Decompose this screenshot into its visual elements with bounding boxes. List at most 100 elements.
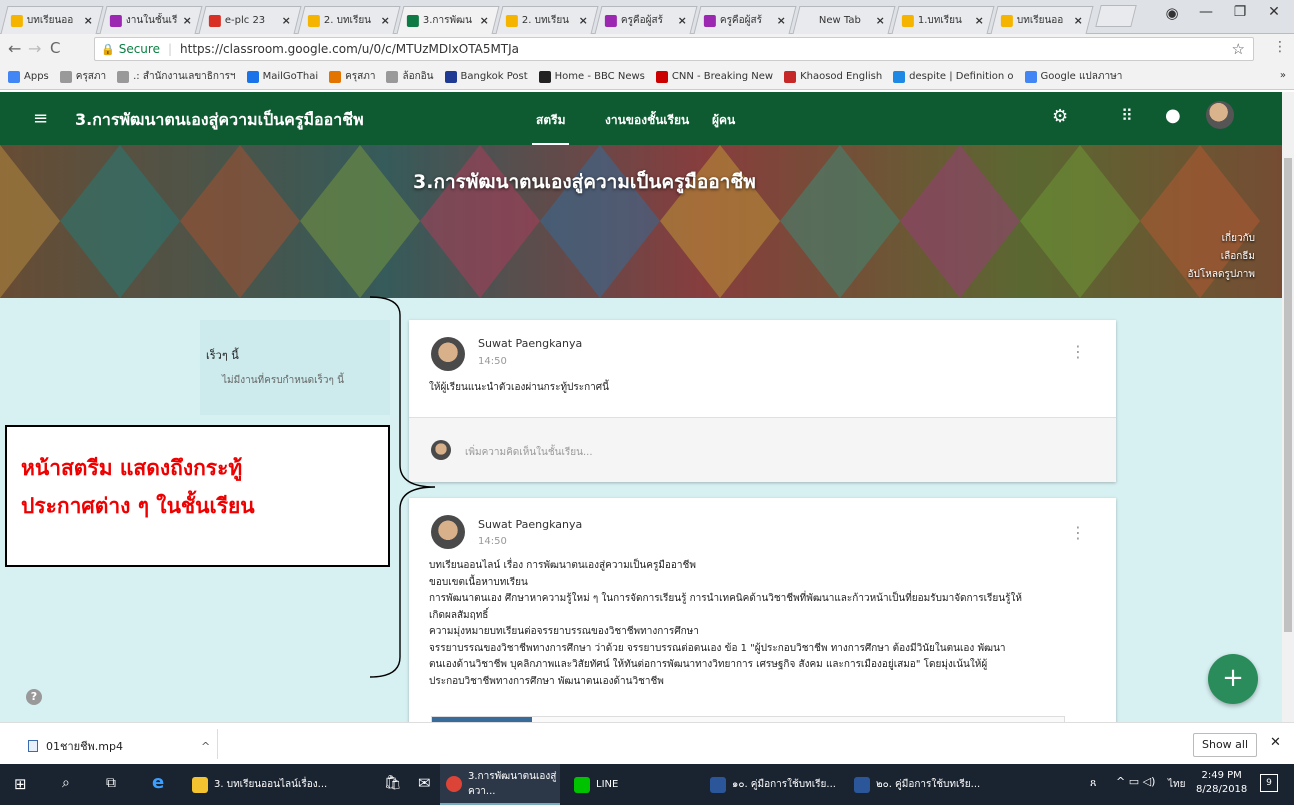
browser-tab[interactable]: 1.บทเรียน × [891,6,995,34]
tab-title: 3.การพัฒน [422,15,472,26]
bookmark-item[interactable]: Khaosod English [784,70,882,83]
people-icon[interactable]: ጸ [1090,776,1096,790]
bookmark-item[interactable]: ครุสภา [329,69,375,84]
browser-tab[interactable]: New Tab × [792,6,896,34]
page-scrollbar[interactable] [1282,92,1294,722]
bookmark-icon [59,70,72,83]
url-text: https://classroom.google.com/u/0/c/MTUzM… [180,42,520,56]
browser-tab[interactable]: 2. บทเรียน × [297,6,401,34]
close-tab-icon[interactable]: × [282,14,291,27]
bookmark-item[interactable]: ครุสภา [59,69,106,84]
tab-favicon [1000,14,1013,27]
show-all-button[interactable]: Show all [1193,733,1257,757]
close-window-button[interactable]: ✕ [1254,4,1294,20]
browser-tab-strip: บทเรียนออ × งานในชั้นเรี × e-plc 23 × 2. บทเรี… [0,0,1294,34]
new-tab-button[interactable] [1095,5,1137,27]
browser-tab[interactable]: ครูคือผู้สร้ × [594,6,698,34]
more-vert-icon[interactable]: ⋮ [1070,342,1086,361]
mail-icon[interactable]: ✉ [418,774,431,792]
close-tab-icon[interactable]: × [480,14,489,27]
close-tab-icon[interactable]: × [1074,14,1083,27]
tab-favicon [604,14,617,27]
browser-menu-icon[interactable]: ⋮ [1273,39,1287,55]
back-icon[interactable]: ← [8,39,21,58]
star-bookmark-icon[interactable]: ☆ [1232,40,1245,58]
forward-icon[interactable]: → [28,39,41,58]
taskbar-item-word-2[interactable]: ๒๐. คู่มือการใช้บทเรีย... [848,764,988,805]
tab-people[interactable]: ผู้คน [712,111,735,130]
close-tab-icon[interactable]: × [381,14,390,27]
bookmarks-overflow[interactable]: » [1280,70,1286,81]
bookmark-icon [893,70,906,83]
browser-tab[interactable]: 3.การพัฒน × [396,6,500,34]
taskbar-item-line[interactable]: LINE [568,764,678,805]
more-vert-icon[interactable]: ⋮ [1070,523,1086,542]
add-fab-button[interactable]: + [1208,654,1258,704]
bookmark-item[interactable]: Google แปลภาษา [1024,69,1122,84]
close-tab-icon[interactable]: × [777,14,786,27]
bookmark-item[interactable]: Apps [8,70,49,83]
taskbar-clock[interactable]: 2:49 PM 8/28/2018 [1196,769,1247,797]
apps-grid-icon[interactable]: ⠿ [1121,106,1133,125]
tab-title: บทเรียนออ [1016,15,1064,26]
search-icon[interactable]: ⌕ [62,775,70,791]
post-card: Suwat Paengkanya 14:50 ⋮ ให้ผู้เรียนแนะน… [409,320,1116,482]
tab-title: ครูคือผู้สร้ [620,15,663,26]
close-tab-icon[interactable]: × [876,14,885,27]
line-app-icon [574,776,590,793]
notifications-bell-icon[interactable]: ● [1165,105,1181,126]
help-icon[interactable]: ? [26,689,42,705]
hamburger-menu-icon[interactable]: ≡ [33,108,48,129]
close-download-bar-icon[interactable]: ✕ [1270,735,1281,750]
task-view-icon[interactable]: ⧉ [106,775,116,791]
bookmark-item[interactable]: despite | Definition o [893,70,1014,83]
edge-browser-icon[interactable]: e [152,772,164,793]
close-tab-icon[interactable]: × [183,14,192,27]
banner-link-theme[interactable]: เลือกธีม [1221,249,1255,264]
tab-stream[interactable]: สตรีม [531,111,571,146]
browser-tab[interactable]: บทเรียนออ × [990,6,1094,34]
bookmark-label: .: สำนักงานเลขาธิการฯ [133,71,236,82]
download-item[interactable]: 01ชายชีพ.mp4 ^ [28,737,210,755]
bookmark-item[interactable]: Home - BBC News [538,70,645,83]
close-tab-icon[interactable]: × [975,14,984,27]
browser-tab[interactable]: e-plc 23 × [198,6,302,34]
clock-time: 2:49 PM [1201,770,1242,781]
input-language[interactable]: ไทย [1168,777,1185,792]
taskbar-item-word-1[interactable]: ๑๐. คู่มือการใช้บทเรีย... [704,764,844,805]
bookmark-item[interactable]: ล้อกอิน [386,69,434,84]
scroll-thumb[interactable] [1284,158,1292,632]
chevron-up-icon[interactable]: ^ [201,740,210,753]
browser-tab[interactable]: ครูคือผู้สร้ × [693,6,797,34]
word-icon [710,776,726,793]
bookmark-item[interactable]: CNN - Breaking New [655,70,773,83]
comment-input[interactable]: เพิ่มความคิดเห็นในชั้นเรียน... [465,445,593,460]
post-line: ความมุ่งหมายบทเรียนต่อจรรยาบรรณของวิชาชี… [429,626,699,637]
tab-favicon [803,15,815,27]
close-tab-icon[interactable]: × [678,14,687,27]
course-title[interactable]: 3.การพัฒนาตนเองสู่ความเป็นครูมืออาชีพ [75,108,364,133]
browser-tab[interactable]: งานในชั้นเรี × [99,6,203,34]
notification-center-icon[interactable]: 9 [1260,774,1278,792]
banner-link-about[interactable]: เกี่ยวกับ [1222,231,1255,246]
browser-tab[interactable]: 2. บทเรียน × [495,6,599,34]
bookmark-item[interactable]: Bangkok Post [444,70,528,83]
store-icon[interactable]: 🛍 [384,775,402,791]
taskbar-item-chrome[interactable]: 3.การพัฒนาตนเองสู่ควา... [440,764,560,805]
close-tab-icon[interactable]: × [84,14,93,27]
bookmark-item[interactable]: .: สำนักงานเลขาธิการฯ [117,69,236,84]
user-avatar[interactable] [1206,101,1234,129]
browser-tab[interactable]: บทเรียนออ × [0,6,104,34]
taskbar-item-explorer[interactable]: 3. บทเรียนออนไลน์เรื่อง... [186,764,376,805]
post-author: Suwat Paengkanya [478,518,583,531]
url-bar[interactable]: 🔒 Secure | https://classroom.google.com/… [94,37,1254,61]
reload-icon[interactable]: C [50,39,60,57]
bookmark-icon [444,70,457,83]
bookmark-item[interactable]: MailGoThai [246,70,318,83]
windows-start-icon[interactable]: ⊞ [14,775,27,793]
settings-gear-icon[interactable]: ⚙ [1052,106,1068,127]
close-tab-icon[interactable]: × [579,14,588,27]
banner-link-upload[interactable]: อัปโหลดรูปภาพ [1188,267,1255,282]
system-tray-icons[interactable]: ^ ▭ ◁) [1116,775,1155,788]
tab-classwork[interactable]: งานของชั้นเรียน [605,111,689,130]
